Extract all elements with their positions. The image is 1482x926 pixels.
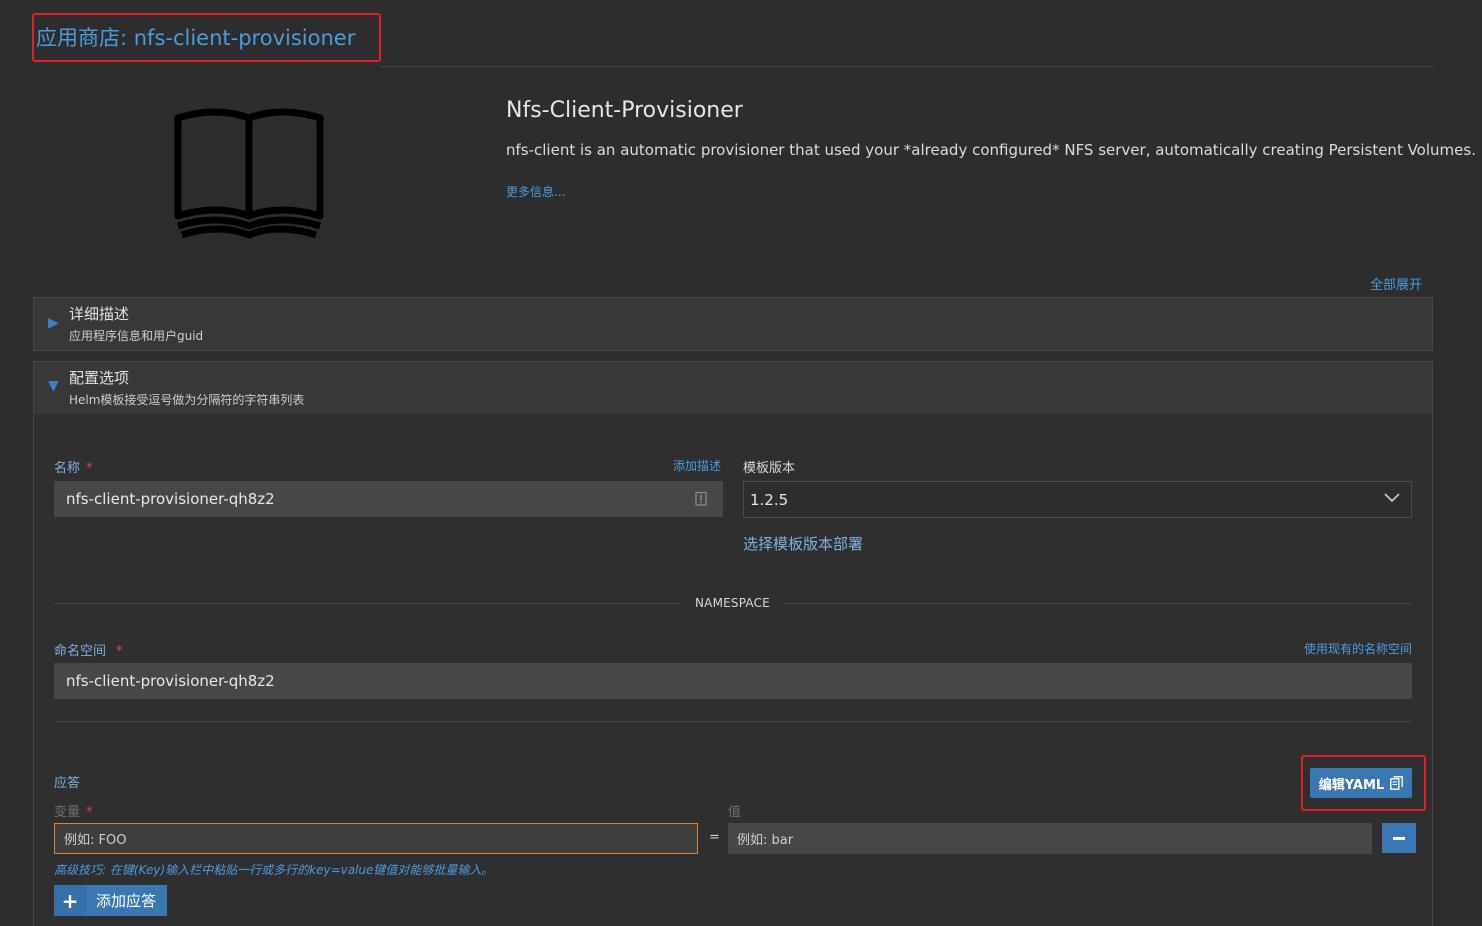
value-input[interactable]: 例如: bar [728,823,1372,854]
edit-yaml-highlight-box [1301,755,1426,811]
variable-label: 变量 * [54,805,93,820]
caret-right-icon: ▶ [48,315,59,331]
value-label: 值 [728,805,742,820]
name-input-value: nfs-client-provisioner-qh8z2 [66,490,275,508]
clipboard-icon[interactable] [695,491,707,506]
divider-right [784,603,1412,604]
use-existing-namespace-link[interactable]: 使用现有的名称空间 [1304,640,1412,657]
advanced-tip: 高级技巧: 在键(Key)输入栏中粘贴一行或多行的key=value键值对能够批… [54,863,494,877]
app-description: nfs-client is an automatic provisioner t… [506,141,1476,159]
variable-placeholder: 例如: FOO [64,833,127,848]
divider-left [54,603,680,604]
caret-down-icon: ▼ [48,378,59,394]
select-template-deploy-link[interactable]: 选择模板版本部署 [743,533,863,554]
section-subtitle: Helm模板接受逗号做为分隔符的字符串列表 [69,393,305,407]
equals-sign: = [709,830,720,845]
more-info-link[interactable]: 更多信息... [506,183,565,200]
add-description-link[interactable]: 添加描述 [673,457,721,474]
add-answer-label: 添加应答 [96,892,157,910]
name-label: 名称 * [54,461,93,476]
book-icon [174,108,324,239]
namespace-divider-label: NAMESPACE [695,596,770,610]
remove-answer-button[interactable] [1382,823,1416,853]
section-divider [54,721,1412,722]
plus-icon: + [54,885,86,916]
value-placeholder: 例如: bar [737,833,794,848]
chevron-down-icon [1384,493,1400,503]
namespace-input[interactable]: nfs-client-provisioner-qh8z2 [54,663,1412,699]
variable-input[interactable]: 例如: FOO [54,823,698,854]
namespace-label: 命名空间 * [54,644,123,659]
section-subtitle: 应用程序信息和用户guid [69,329,204,343]
section-title: 详细描述 [69,305,130,323]
app-name: Nfs-Client-Provisioner [506,98,743,123]
expand-all-link[interactable]: 全部展开 [1370,274,1422,293]
template-version-select[interactable]: 1.2.5 [743,481,1412,518]
add-answer-button[interactable]: + 添加应答 [54,885,168,916]
section-detail-description[interactable]: ▶ 详细描述 应用程序信息和用户guid [33,297,1433,351]
answers-title: 应答 [54,776,81,791]
template-version-label: 模板版本 [743,461,796,476]
name-input[interactable]: nfs-client-provisioner-qh8z2 [54,481,723,517]
template-version-value: 1.2.5 [750,490,789,509]
title-highlight-box [32,13,381,62]
minus-icon [1393,836,1405,840]
section-title: 配置选项 [69,369,130,387]
header-divider [380,66,1434,67]
namespace-input-value: nfs-client-provisioner-qh8z2 [66,672,275,690]
section-config-options[interactable]: ▼ 配置选项 Helm模板接受逗号做为分隔符的字符串列表 [33,361,1433,415]
